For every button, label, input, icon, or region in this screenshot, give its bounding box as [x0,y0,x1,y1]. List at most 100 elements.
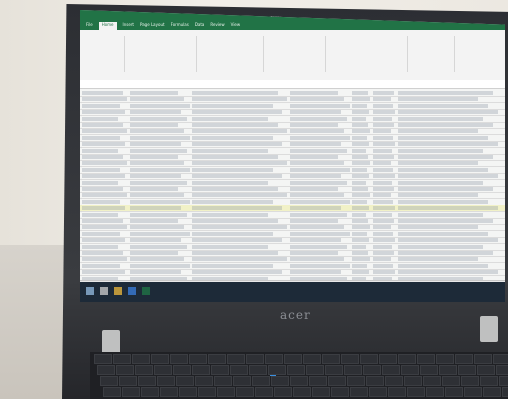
table-cell[interactable] [130,206,181,211]
ribbon-tab-file[interactable]: File [86,22,93,30]
table-cell[interactable] [192,97,287,102]
table-cell[interactable] [373,155,394,159]
table-cell[interactable] [352,142,370,147]
table-cell[interactable] [82,270,125,275]
table-cell[interactable] [82,97,127,102]
table-cell[interactable] [82,174,125,179]
table-cell[interactable] [398,270,498,275]
table-cell[interactable] [130,116,187,121]
table-cell[interactable] [130,270,181,275]
table-cell[interactable] [130,212,187,217]
table-cell[interactable] [130,91,178,95]
table-cell[interactable] [82,193,127,198]
table-cell[interactable] [352,103,368,108]
table-cell[interactable] [192,193,287,198]
table-cell[interactable] [82,161,127,166]
table-cell[interactable] [398,251,493,255]
table-cell[interactable] [352,123,369,127]
table-cell[interactable] [352,244,367,249]
table-cell[interactable] [373,257,391,262]
table-cell[interactable] [130,97,184,102]
table-cell[interactable] [192,244,268,249]
table-cell[interactable] [290,155,338,159]
table-cell[interactable] [130,142,181,147]
table-cell[interactable] [130,180,187,185]
table-cell[interactable] [398,135,488,140]
table-cell[interactable] [352,110,370,115]
ribbon-tab-data[interactable]: Data [195,22,205,30]
table-cell[interactable] [290,97,344,102]
table-cell[interactable] [373,263,393,268]
table-cell[interactable] [352,257,370,262]
table-cell[interactable] [130,103,190,108]
table-cell[interactable] [352,180,367,185]
table-cell[interactable] [352,135,368,140]
table-cell[interactable] [373,97,391,102]
table-cell[interactable] [373,199,393,204]
table-cell[interactable] [290,244,347,249]
table-cell[interactable] [192,263,273,268]
table-cell[interactable] [373,225,391,230]
table-cell[interactable] [373,123,394,127]
table-cell[interactable] [398,103,488,108]
table-cell[interactable] [398,225,478,230]
table-cell[interactable] [192,161,287,166]
table-cell[interactable] [192,167,273,172]
table-cell[interactable] [290,180,347,185]
cells-group[interactable] [409,36,455,72]
table-cell[interactable] [290,257,344,262]
table-cell[interactable] [398,167,488,172]
table-cell[interactable] [398,244,483,249]
table-cell[interactable] [352,161,370,166]
table-cell[interactable] [192,180,268,185]
table-cell[interactable] [82,148,118,153]
table-cell[interactable] [352,155,369,159]
table-cell[interactable] [290,187,338,191]
table-cell[interactable] [373,148,392,153]
table-cell[interactable] [192,155,278,159]
table-cell[interactable] [290,142,341,147]
table-cell[interactable] [192,251,278,255]
table-cell[interactable] [82,142,125,147]
table-cell[interactable] [82,238,125,243]
table-cell[interactable] [398,155,493,159]
table-cell[interactable] [82,91,123,95]
table-cell[interactable] [373,212,392,217]
table-cell[interactable] [352,206,370,211]
table-cell[interactable] [130,187,178,191]
table-cell[interactable] [82,231,121,236]
table-cell[interactable] [82,199,121,204]
start-icon[interactable] [86,287,94,295]
table-cell[interactable] [352,231,368,236]
table-cell[interactable] [373,110,395,115]
table-cell[interactable] [398,187,493,191]
table-cell[interactable] [82,187,123,191]
table-cell[interactable] [373,219,394,223]
alignment-group[interactable] [198,36,264,72]
table-cell[interactable] [352,167,368,172]
table-cell[interactable] [82,257,127,262]
table-cell[interactable] [373,103,393,108]
table-cell[interactable] [290,91,338,95]
table-cell[interactable] [192,110,283,115]
table-cell[interactable] [130,174,181,179]
ribbon-tab-page-layout[interactable]: Page Layout [140,22,165,30]
table-cell[interactable] [192,206,283,211]
table-cell[interactable] [192,123,278,127]
table-cell[interactable] [373,270,395,275]
table-cell[interactable] [398,180,483,185]
table-cell[interactable] [130,231,190,236]
table-cell[interactable] [290,110,341,115]
table-cell[interactable] [290,238,341,243]
table-cell[interactable] [192,187,278,191]
table-cell[interactable] [373,167,393,172]
table-cell[interactable] [398,123,493,127]
table-cell[interactable] [352,238,370,243]
table-cell[interactable] [398,174,498,179]
table-cell[interactable] [290,193,344,198]
clipboard-group[interactable] [84,36,125,72]
ribbon-tab-insert[interactable]: Insert [123,22,134,30]
table-cell[interactable] [290,103,350,108]
table-cell[interactable] [82,155,123,159]
table-cell[interactable] [290,129,344,134]
